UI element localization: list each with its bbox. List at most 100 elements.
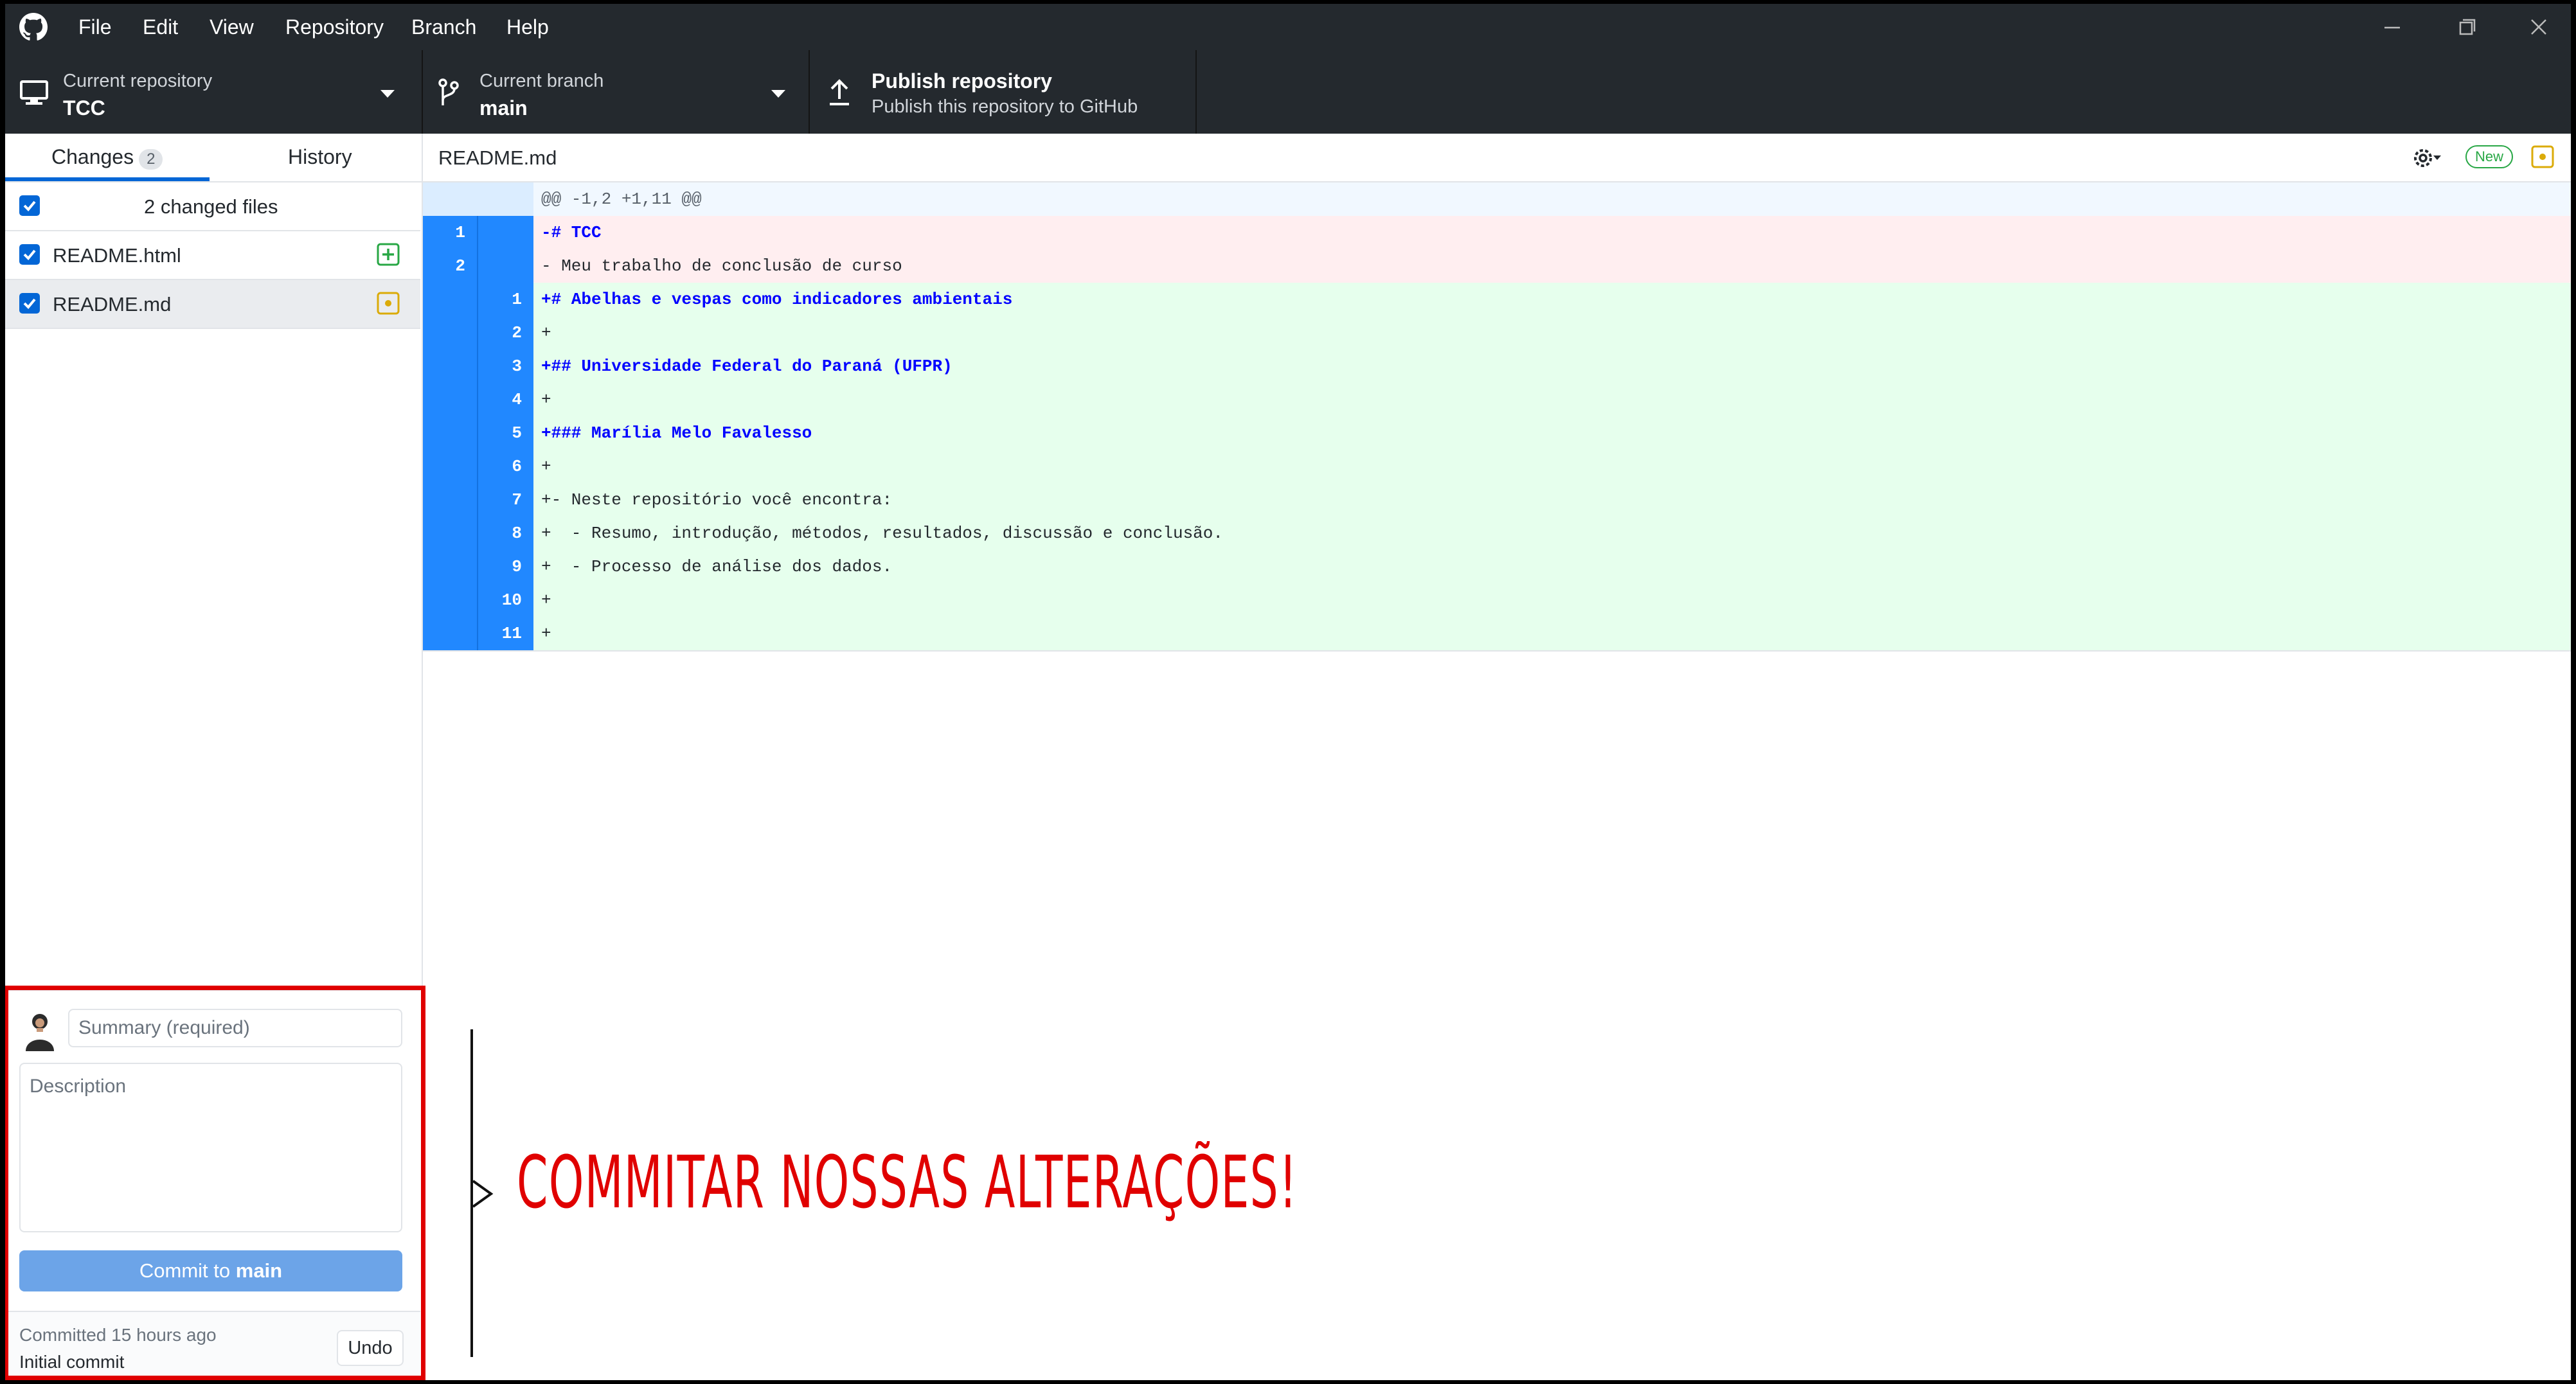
changed-files-header: 2 changed files [5,182,420,231]
diff-line-text: @@ -1,2 +1,11 @@ [541,190,702,209]
menu-file[interactable]: File [78,15,112,39]
github-desktop-window: File Edit View Repository Branch Help Cu… [5,4,2571,1380]
file-name: README.html [53,244,181,267]
annotation-text: COMMITAR NOSSAS ALTERAÇÕES! [517,1141,1298,1225]
title-bar: File Edit View Repository Branch Help [5,4,2571,50]
new-line-number: 2 [478,316,533,350]
new-line-number [478,216,533,249]
old-line-number [423,517,478,550]
tab-history[interactable]: History [210,134,422,181]
diff-line-added[interactable]: 1 +# Abelhas e vespas como indicadores a… [423,283,2571,316]
menu-repository[interactable]: Repository [285,15,384,39]
publish-repository-button[interactable]: Publish repository Publish this reposito… [810,50,1197,134]
old-line-number: 2 [423,249,478,283]
file-modified-icon [377,292,400,315]
diff-line-text: + [541,390,551,409]
diff-line-text: + [541,624,551,643]
menu-help[interactable]: Help [506,15,549,39]
publish-title: Publish repository [872,69,1052,93]
diff-line-text: +- Neste repositório você encontra: [541,490,893,510]
menu-view[interactable]: View [210,15,254,39]
close-icon[interactable] [2519,10,2558,44]
checkmark-icon [23,298,36,309]
diff-file-name: README.md [438,146,557,169]
publish-subtitle: Publish this repository to GitHub [872,96,1138,117]
changed-files-count: 2 changed files [144,195,278,218]
diff-line-added[interactable]: 10 + [423,583,2571,617]
current-branch-button[interactable]: Current branch main [423,50,810,134]
menu-branch[interactable]: Branch [411,15,476,39]
diff-line-added[interactable]: 9 + - Processo de análise dos dados. [423,550,2571,583]
old-line-number [423,583,478,617]
file-checkbox[interactable] [19,293,40,314]
restore-icon[interactable] [2447,10,2486,44]
changes-count-badge: 2 [139,149,163,170]
new-badge: New [2465,145,2513,168]
diff-line-deleted[interactable]: 2 - Meu trabalho de conclusão de curso [423,249,2571,283]
old-line-number [423,416,478,450]
old-line-number [423,450,478,483]
computer-icon [20,80,48,105]
file-modified-icon [2531,145,2554,168]
menu-edit[interactable]: Edit [143,15,178,39]
tab-history-label: History [288,145,352,168]
new-line-number: 9 [478,550,533,583]
diff-header: README.md New [423,134,2571,182]
diff-line-added[interactable]: 2 + [423,316,2571,350]
new-line-number [478,182,533,216]
new-line-number: 10 [478,583,533,617]
repository-name: TCC [63,96,105,120]
diff-line-text: + - Processo de análise dos dados. [541,557,893,576]
diff-line-added[interactable]: 4 + [423,383,2571,416]
diff-line-added[interactable]: 8 + - Resumo, introdução, métodos, resul… [423,517,2571,550]
tab-changes[interactable]: Changes 2 [5,134,210,181]
diff-hunk-header: @@ -1,2 +1,11 @@ [423,182,2571,216]
new-line-number: 3 [478,350,533,383]
highlight-frame [5,986,425,1380]
old-line-number [423,316,478,350]
diff-line-text: + [541,323,551,342]
sidebar-tabs: Changes 2 History [5,134,422,182]
diff-line-text: + - Resumo, introdução, métodos, resulta… [541,524,1223,543]
new-line-number: 6 [478,450,533,483]
repository-caption: Current repository [63,71,213,91]
chevron-down-icon [380,90,395,98]
file-checkbox[interactable] [19,244,40,265]
branch-icon [438,78,459,105]
new-line-number: 4 [478,383,533,416]
old-line-number [423,383,478,416]
diff-line-deleted[interactable]: 1 -# TCC [423,216,2571,249]
file-added-icon [377,243,400,266]
annotation-bracket-point [472,1180,494,1208]
diff-line-added[interactable]: 5 +### Marília Melo Favalesso [423,416,2571,450]
chevron-down-icon [771,90,785,98]
diff-line-text: +## Universidade Federal do Paraná (UFPR… [541,357,953,376]
old-line-number [423,283,478,316]
diff-line-text: + [541,457,551,476]
branch-caption: Current branch [479,71,604,91]
new-line-number [478,249,533,283]
minimize-icon[interactable] [2373,10,2411,44]
diff-line-added[interactable]: 3 +## Universidade Federal do Paraná (UF… [423,350,2571,383]
tab-changes-label: Changes [51,145,134,168]
diff-line-text: + [541,590,551,610]
diff-line-added[interactable]: 7 +- Neste repositório você encontra: [423,483,2571,517]
new-line-number: 1 [478,283,533,316]
diff-view: @@ -1,2 +1,11 @@ 1 -# TCC 2 - Meu trabal… [423,182,2571,652]
select-all-checkbox[interactable] [19,195,40,216]
github-logo-icon [19,13,48,40]
file-name: README.md [53,293,172,315]
file-item[interactable]: README.html [5,231,420,280]
upload-icon [830,79,849,105]
file-item[interactable]: README.md [5,280,420,329]
diff-line-added[interactable]: 6 + [423,450,2571,483]
checkmark-icon [23,200,36,211]
diff-line-added[interactable]: 11 + [423,617,2571,652]
new-line-number: 11 [478,617,533,650]
new-line-number: 8 [478,517,533,550]
current-repository-button[interactable]: Current repository TCC [5,50,423,134]
gear-icon[interactable] [2411,145,2441,171]
old-line-number: 1 [423,216,478,249]
diff-line-text: +### Marília Melo Favalesso [541,423,812,443]
branch-name: main [479,96,528,120]
